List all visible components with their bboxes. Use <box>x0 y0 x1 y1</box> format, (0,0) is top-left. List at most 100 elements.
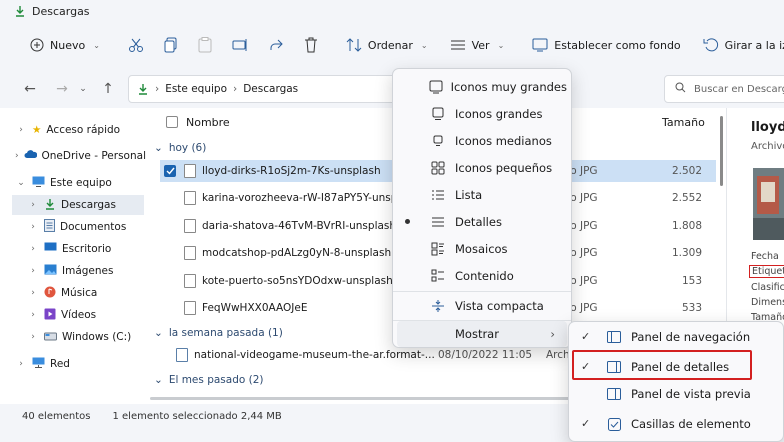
chevron-down-icon: ⌄ <box>497 40 505 50</box>
file-explorer-window: Descargas Nuevo ⌄ Ordenar ⌄ Ver ⌄ Establ… <box>0 0 784 442</box>
back-button[interactable]: ← <box>16 75 44 103</box>
sort-icon <box>346 38 362 52</box>
navigation-pane-icon <box>601 331 627 343</box>
sidebar-item-this-pc[interactable]: ⌄ Este equipo <box>0 173 146 193</box>
new-button[interactable]: Nuevo ⌄ <box>24 30 106 60</box>
vertical-scrollbar[interactable] <box>720 116 723 186</box>
menu-item-content[interactable]: Contenido <box>397 263 567 289</box>
search-box[interactable]: Buscar en Descarg <box>664 75 784 103</box>
breadcrumb-downloads[interactable]: Descargas <box>243 83 298 95</box>
rotate-left-icon <box>703 37 719 53</box>
title-bar: Descargas <box>0 0 784 22</box>
file-icon <box>184 219 196 233</box>
download-icon <box>44 198 56 213</box>
arrow-left-icon: ← <box>24 81 36 97</box>
file-icon <box>184 274 196 288</box>
sidebar-item-quick-access[interactable]: › ★ Acceso rápido <box>0 120 146 140</box>
address-bar[interactable]: › Este equipo › Descargas <box>128 75 400 103</box>
share-button[interactable] <box>262 30 290 60</box>
rename-button[interactable] <box>226 30 254 60</box>
chevron-right-icon: › <box>31 310 35 320</box>
chevron-down-icon: ⌄ <box>154 374 163 386</box>
sidebar-item-network[interactable]: › Red <box>0 354 146 374</box>
menu-item-compact-view[interactable]: Vista compacta <box>397 293 567 319</box>
view-lines-icon <box>450 39 466 51</box>
sidebar-item-label: Escritorio <box>62 243 112 255</box>
desktop-icon <box>44 242 57 256</box>
menu-item-navigation-pane[interactable]: Panel de navegación <box>573 324 781 350</box>
item-count: 40 elementos <box>22 410 91 422</box>
trash-icon <box>304 37 318 53</box>
menu-item-large-icons[interactable]: Iconos grandes <box>397 101 567 127</box>
menu-item-item-checkboxes[interactable]: Casillas de elemento <box>573 411 781 437</box>
copy-button[interactable] <box>158 30 184 60</box>
star-icon: ★ <box>32 124 42 136</box>
set-background-button[interactable]: Establecer como fondo <box>526 30 686 60</box>
sidebar-item-music[interactable]: › Música <box>12 283 158 303</box>
chevron-right-icon: › <box>19 359 23 369</box>
chevron-right-icon: › <box>19 125 23 135</box>
chevron-right-icon: › <box>31 244 35 254</box>
file-size: 533 <box>681 302 702 314</box>
chevron-right-icon: › <box>155 83 160 95</box>
group-header-today[interactable]: ⌄ hoy (6) <box>154 138 206 158</box>
row-checkbox-checked[interactable] <box>164 165 176 177</box>
group-label: hoy (6) <box>168 142 207 154</box>
menu-item-preview-pane[interactable]: Panel de vista previa <box>573 381 781 407</box>
menu-item-list[interactable]: Lista <box>397 182 567 208</box>
selection-info: 1 elemento seleccionado 2,44 MB <box>112 410 282 422</box>
sidebar-item-desktop[interactable]: › Escritorio <box>12 239 158 259</box>
arrow-right-icon: → <box>56 81 68 97</box>
sidebar-item-pictures[interactable]: › Imágenes <box>12 261 158 281</box>
menu-item-details[interactable]: Detalles <box>397 209 567 235</box>
document-icon <box>44 219 55 235</box>
chevron-right-icon: › <box>31 288 35 298</box>
up-button[interactable]: ↑ <box>94 75 122 103</box>
delete-button[interactable] <box>298 30 324 60</box>
group-header-last-week[interactable]: ⌄ la semana pasada (1) <box>154 323 283 343</box>
sidebar-item-videos[interactable]: › Vídeos <box>12 305 158 325</box>
menu-item-label: Vista compacta <box>455 299 544 313</box>
sort-button[interactable]: Ordenar ⌄ <box>340 30 434 60</box>
forward-button[interactable]: → <box>48 75 76 103</box>
menu-item-extra-large-icons[interactable]: Iconos muy grandes <box>397 74 567 100</box>
recent-locations-button[interactable]: ⌄ <box>76 75 90 103</box>
rotate-left-button[interactable]: Girar a la izquier <box>697 30 784 60</box>
breadcrumb-this-pc[interactable]: Este equipo <box>165 83 227 95</box>
view-button[interactable]: Ver ⌄ <box>444 30 511 60</box>
chevron-right-icon: › <box>14 151 19 161</box>
menu-item-medium-icons[interactable]: Iconos medianos <box>397 128 567 154</box>
chevron-down-icon: ⌄ <box>93 40 100 50</box>
file-name: karina-vorozheeva-rW-I87aPY5Y-unsplash <box>202 192 419 204</box>
file-name: FeqWwHXX0AAOJeE <box>202 302 308 314</box>
sidebar-item-downloads[interactable]: › Descargas <box>12 195 144 215</box>
sidebar-item-documents[interactable]: › Documentos <box>12 217 158 237</box>
music-icon <box>44 286 56 301</box>
file-name: national-videogame-museum-the-ar.format-… <box>194 349 435 361</box>
image-thumbnail <box>753 168 784 240</box>
menu-item-label: Panel de navegación <box>631 330 751 344</box>
column-size-header[interactable]: Tamaño <box>662 116 705 129</box>
group-header-last-month[interactable]: ⌄ El mes pasado (2) <box>154 370 264 390</box>
sidebar-item-label: Música <box>61 287 98 299</box>
select-all-checkbox[interactable] <box>166 116 178 128</box>
chevron-down-icon: ⌄ <box>79 84 87 94</box>
monitor-icon <box>32 176 45 190</box>
menu-item-tiles[interactable]: Mosaicos <box>397 236 567 262</box>
cloud-icon <box>24 150 37 162</box>
column-name-header[interactable]: Nombre <box>186 116 230 129</box>
menu-item-show[interactable]: Mostrar › <box>397 321 567 347</box>
plus-circle-icon <box>30 38 44 52</box>
file-name: lloyd-dirks-R1oSj2m-7Ks-unsplash <box>202 165 381 177</box>
file-icon <box>184 301 196 315</box>
menu-item-small-icons[interactable]: Iconos pequeños <box>397 155 567 181</box>
sidebar-item-windows-c[interactable]: › Windows (C:) <box>12 327 158 347</box>
cut-button[interactable] <box>122 30 150 60</box>
highlight-box <box>572 350 752 380</box>
set-background-label: Establecer como fondo <box>554 38 681 52</box>
rename-icon <box>232 38 248 52</box>
chevron-right-icon: › <box>31 222 35 232</box>
paste-button[interactable] <box>192 30 218 60</box>
sidebar-item-onedrive[interactable]: › OneDrive - Personal <box>0 146 146 166</box>
file-type: Arch <box>546 349 570 361</box>
